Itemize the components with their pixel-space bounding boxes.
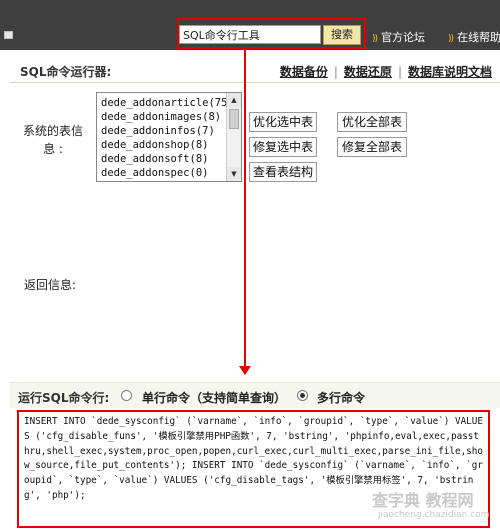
optimize-all-button[interactable]: 优化全部表 bbox=[337, 112, 407, 132]
return-info-label: 返回信息: bbox=[24, 278, 77, 292]
list-item[interactable]: dede_addoninfos(7) bbox=[101, 124, 234, 138]
single-line-label[interactable]: 单行命令（支持简单查询） bbox=[142, 389, 286, 406]
online-help-link[interactable]: )) 在线帮助 bbox=[448, 29, 500, 45]
nav-separator: | bbox=[397, 65, 402, 79]
panel-title: SQL命令运行器: bbox=[20, 65, 112, 79]
list-item[interactable]: dede_addonsoft(8) bbox=[101, 152, 234, 166]
official-forum-link[interactable]: )) 官方论坛 bbox=[372, 29, 425, 45]
signal-icon: )) bbox=[448, 34, 454, 44]
annotation-arrow-line bbox=[244, 50, 246, 368]
repair-all-button[interactable]: 修复全部表 bbox=[337, 137, 407, 157]
multi-line-label[interactable]: 多行命令 bbox=[317, 389, 365, 406]
list-item[interactable]: dede_addonshop(8) bbox=[101, 138, 234, 152]
search-input[interactable] bbox=[179, 25, 321, 44]
data-restore-link[interactable]: 数据还原 bbox=[344, 65, 392, 79]
repair-selected-button[interactable]: 修复选中表 bbox=[249, 137, 317, 157]
list-item[interactable]: dede_addonspec(0) bbox=[101, 166, 234, 180]
optimize-selected-button[interactable]: 优化选中表 bbox=[249, 112, 317, 132]
site-watermark: 查字典 教程网 jiaocheng.chazidian.com bbox=[372, 487, 494, 527]
scroll-down-icon[interactable]: ▼ bbox=[227, 167, 241, 181]
scroll-up-icon[interactable]: ▲ bbox=[227, 93, 241, 107]
listbox-scrollbar[interactable]: ▲ ▼ bbox=[226, 93, 241, 181]
single-line-radio[interactable] bbox=[121, 390, 132, 401]
multi-line-radio[interactable] bbox=[297, 390, 308, 401]
nav-separator: | bbox=[333, 65, 338, 79]
view-structure-button[interactable]: 查看表结构 bbox=[249, 162, 317, 182]
menu-square-icon[interactable] bbox=[4, 31, 13, 39]
table-listbox[interactable]: dede_addonarticle(75) dede_addonimages(8… bbox=[96, 92, 242, 182]
signal-icon: )) bbox=[372, 34, 378, 44]
watermark-title: 查字典 教程网 bbox=[372, 491, 474, 510]
annotation-arrow-icon bbox=[239, 366, 251, 375]
panel-header: SQL命令运行器: 数据备份 | 数据还原 | 数据库说明文档 bbox=[10, 57, 500, 83]
scroll-thumb[interactable] bbox=[229, 109, 239, 129]
table-info-label: 系统的表信息 : bbox=[22, 124, 83, 156]
sql-command-row: 运行SQL命令行: 单行命令（支持简单查询） 多行命令 bbox=[10, 382, 500, 408]
watermark-url: jiaocheng.chazidian.com bbox=[378, 510, 490, 520]
list-item[interactable]: dede_addonimages(8) bbox=[101, 110, 234, 124]
sql-command-label: 运行SQL命令行: bbox=[18, 391, 110, 405]
database-docs-link[interactable]: 数据库说明文档 bbox=[408, 65, 492, 79]
search-button[interactable]: 搜索 bbox=[323, 25, 361, 45]
data-backup-link[interactable]: 数据备份 bbox=[280, 65, 328, 79]
header-nav: 数据备份 | 数据还原 | 数据库说明文档 bbox=[280, 63, 492, 80]
list-item[interactable]: dede_addonarticle(75) bbox=[101, 96, 234, 110]
